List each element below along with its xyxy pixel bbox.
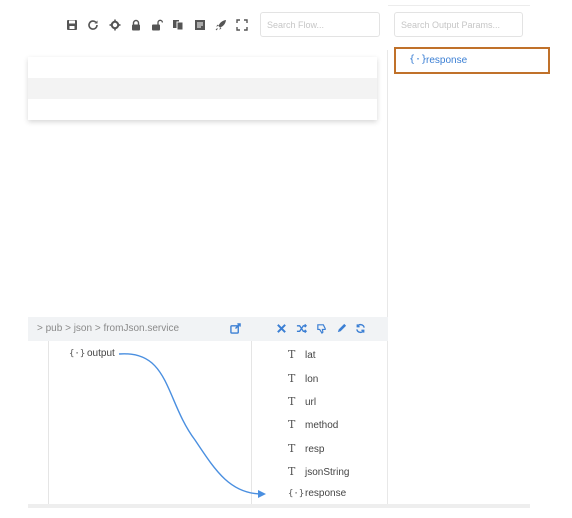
sync-icon[interactable]: [354, 322, 367, 335]
settings-icon[interactable]: [108, 18, 122, 32]
refresh-icon[interactable]: [86, 18, 100, 32]
text-type-icon: T: [288, 418, 296, 431]
target-node-method[interactable]: Tmethod: [288, 418, 338, 431]
search-output-params-input[interactable]: [394, 12, 523, 37]
text-type-icon: T: [288, 442, 296, 455]
target-node-response[interactable]: {·}response: [288, 488, 346, 499]
open-external-icon[interactable]: [229, 322, 242, 335]
node-label: resp: [305, 444, 325, 455]
node-label: method: [305, 420, 339, 431]
object-icon: {·}: [409, 54, 428, 65]
node-label: lat: [305, 350, 316, 361]
service-breadcrumb: > pub > json > fromJson.service: [37, 323, 180, 334]
save-icon[interactable]: [65, 18, 79, 32]
lock-icon[interactable]: [129, 18, 143, 32]
node-label: lon: [305, 374, 319, 385]
shuffle-icon[interactable]: [295, 322, 308, 335]
text-type-icon: T: [288, 372, 296, 385]
notes-icon[interactable]: [193, 18, 207, 32]
object-icon: {·}: [69, 349, 86, 359]
edit-icon[interactable]: [335, 322, 348, 335]
output-param-label: response: [426, 55, 468, 66]
unlock-icon[interactable]: [150, 18, 164, 32]
text-type-icon: T: [288, 395, 296, 408]
dropdown-row[interactable]: [28, 78, 377, 99]
node-label: url: [305, 397, 317, 408]
text-type-icon: T: [288, 465, 296, 478]
text-type-icon: T: [288, 348, 296, 361]
column-divider: [48, 341, 49, 504]
target-node-url[interactable]: Turl: [288, 395, 316, 408]
node-label: output: [87, 348, 115, 359]
target-node-lon[interactable]: Tlon: [288, 372, 318, 385]
target-node-jsonstring[interactable]: TjsonString: [288, 465, 349, 478]
node-label: response: [305, 488, 347, 499]
output-param-response[interactable]: {·} response: [394, 47, 550, 74]
panel-divider: [387, 6, 388, 504]
close-icon[interactable]: [275, 322, 288, 335]
object-icon: {·}: [288, 489, 305, 499]
dropdown-row[interactable]: [28, 57, 377, 78]
flow-dropdown-card: [28, 57, 377, 120]
target-node-lat[interactable]: Tlat: [288, 348, 316, 361]
source-node-output[interactable]: {·} output: [69, 348, 115, 359]
node-label: jsonString: [305, 467, 350, 478]
copy-icon[interactable]: [171, 18, 185, 32]
thumbs-down-icon[interactable]: [315, 322, 328, 335]
rocket-icon[interactable]: [214, 18, 228, 32]
dropdown-row[interactable]: [28, 99, 377, 120]
bottom-scrollbar[interactable]: [28, 504, 530, 508]
search-flow-input[interactable]: [260, 12, 380, 37]
fullscreen-icon[interactable]: [235, 18, 249, 32]
column-divider: [251, 341, 252, 504]
target-node-resp[interactable]: Tresp: [288, 442, 324, 455]
